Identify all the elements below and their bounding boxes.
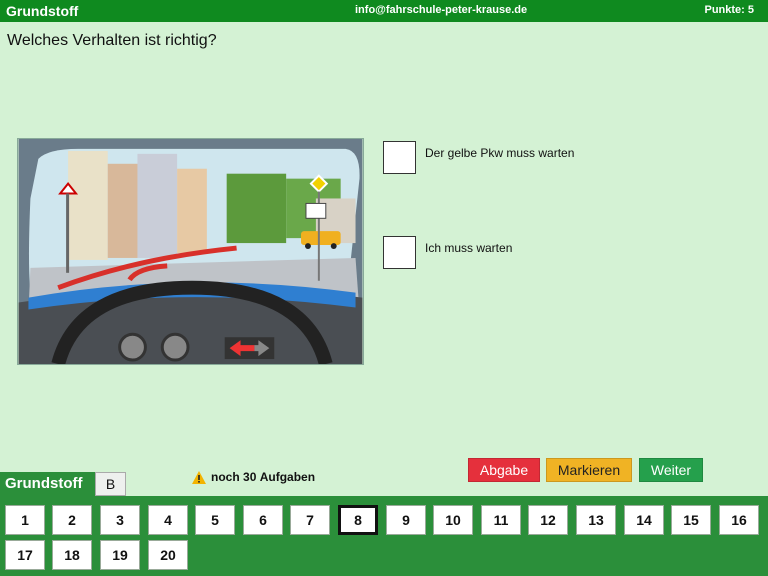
answer-2-text: Ich muss warten: [425, 241, 513, 255]
question-number-1[interactable]: 1: [5, 505, 45, 535]
question-number-5[interactable]: 5: [195, 505, 235, 535]
remaining-tasks: noch 30 Aufgaben: [192, 470, 315, 484]
traffic-scene-image: [17, 138, 364, 365]
weiter-button[interactable]: Weiter: [639, 458, 703, 482]
question-number-3[interactable]: 3: [100, 505, 140, 535]
question-number-panel: 1 2 3 4 5 6 7 8 9 10 11 12 13 14 15 16 1…: [0, 496, 768, 576]
question-number-6[interactable]: 6: [243, 505, 283, 535]
warning-icon: [192, 470, 206, 484]
question-text: Welches Verhalten ist richtig?: [7, 32, 217, 49]
question-number-19[interactable]: 19: [100, 540, 140, 570]
tab-b[interactable]: B: [95, 472, 126, 496]
remaining-prefix: noch: [211, 470, 240, 484]
remaining-suffix: Aufgaben: [259, 470, 316, 484]
question-number-14[interactable]: 14: [624, 505, 664, 535]
header-email: info@fahrschule-peter-krause.de: [355, 4, 528, 16]
answer-2: Ich muss warten: [383, 236, 512, 269]
question-number-18[interactable]: 18: [52, 540, 92, 570]
header-title: Grundstoff: [6, 3, 79, 19]
answer-1: Der gelbe Pkw muss warten: [383, 141, 574, 174]
question-number-17[interactable]: 17: [5, 540, 45, 570]
tab-grundstoff[interactable]: Grundstoff: [0, 472, 95, 496]
question-number-11[interactable]: 11: [481, 505, 521, 535]
question-number-8[interactable]: 8: [338, 505, 378, 535]
remaining-count: 30: [243, 470, 257, 484]
abgabe-button[interactable]: Abgabe: [468, 458, 540, 482]
question-number-7[interactable]: 7: [290, 505, 330, 535]
question-number-16[interactable]: 16: [719, 505, 759, 535]
question-number-20[interactable]: 20: [148, 540, 188, 570]
question-number-10[interactable]: 10: [433, 505, 473, 535]
markieren-button[interactable]: Markieren: [546, 458, 632, 482]
question-number-4[interactable]: 4: [148, 505, 188, 535]
question-number-9[interactable]: 9: [386, 505, 426, 535]
answer-1-text: Der gelbe Pkw muss warten: [425, 146, 575, 160]
top-bar: Grundstoff info@fahrschule-peter-krause.…: [0, 0, 768, 22]
question-number-15[interactable]: 15: [671, 505, 711, 535]
header-score: Punkte: 5: [704, 4, 754, 16]
question-number-2[interactable]: 2: [52, 505, 92, 535]
question-number-12[interactable]: 12: [528, 505, 568, 535]
question-number-13[interactable]: 13: [576, 505, 616, 535]
answer-2-checkbox[interactable]: [383, 236, 416, 269]
answer-1-checkbox[interactable]: [383, 141, 416, 174]
